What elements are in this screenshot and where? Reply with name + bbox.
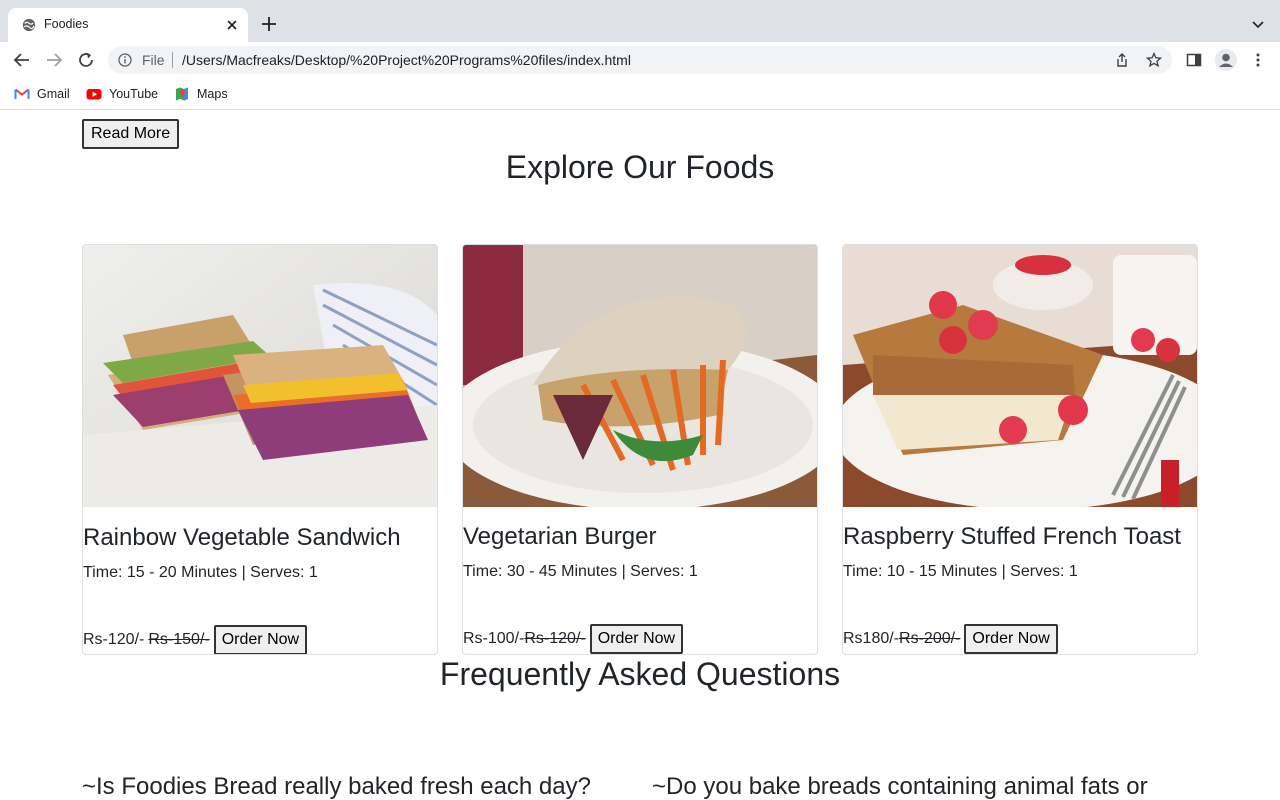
bookmark-label: Maps [197, 87, 228, 101]
tab-strip: Foodies [0, 0, 1280, 42]
bookmark-label: Gmail [37, 87, 70, 101]
page-viewport: Read More Explore Our Foods Rainbow Vege… [0, 111, 1280, 800]
chevron-down-icon[interactable] [1250, 17, 1266, 33]
food-title: Raspberry Stuffed French Toast [843, 523, 1181, 550]
globe-icon [22, 18, 36, 32]
burger-image [463, 245, 817, 507]
price-row: Rs-120/- Rs-150/- Order Now [83, 625, 308, 654]
bookmarks-bar: Gmail YouTube Maps [0, 78, 1280, 110]
faq-question[interactable]: ~Is Foodies Bread really baked fresh eac… [82, 773, 591, 800]
bookmark-label: YouTube [109, 87, 159, 101]
food-card: Rainbow Vegetable Sandwich Time: 15 - 20… [82, 244, 438, 655]
price-row: Rs180/- Rs-200/- Order Now [843, 624, 1058, 654]
gmail-icon [14, 88, 30, 99]
food-card: Raspberry Stuffed French Toast Time: 10 … [842, 244, 1198, 655]
food-meta: Time: 30 - 45 Minutes | Serves: 1 [463, 563, 698, 580]
food-meta: Time: 15 - 20 Minutes | Serves: 1 [83, 564, 318, 581]
scheme-label: File [142, 52, 165, 68]
close-tab-icon[interactable] [224, 17, 240, 33]
new-tab-icon[interactable] [260, 15, 278, 33]
info-icon[interactable] [118, 53, 132, 67]
food-card: Vegetarian Burger Time: 30 - 45 Minutes … [462, 244, 818, 655]
sandwich-image [83, 245, 437, 507]
side-panel-icon[interactable] [1186, 52, 1202, 68]
food-meta: Time: 10 - 15 Minutes | Serves: 1 [843, 563, 1078, 580]
scheme-divider [172, 52, 173, 68]
bookmark-youtube[interactable]: YouTube [86, 86, 158, 102]
order-now-button[interactable]: Order Now [964, 624, 1058, 654]
share-icon[interactable] [1114, 52, 1130, 68]
browser-tab[interactable]: Foodies [8, 8, 248, 42]
url-text[interactable]: /Users/Macfreaks/Desktop/%20Project%20Pr… [182, 52, 631, 68]
price-row: Rs-100/- Rs-120/- Order Now [463, 624, 684, 654]
bookmark-gmail[interactable]: Gmail [14, 86, 70, 102]
order-now-button[interactable]: Order Now [589, 624, 684, 654]
foods-heading: Explore Our Foods [505, 149, 775, 185]
profile-avatar-icon[interactable] [1214, 48, 1238, 72]
youtube-icon [86, 89, 102, 100]
maps-icon [176, 87, 188, 101]
food-title: Rainbow Vegetable Sandwich [83, 524, 401, 551]
read-more-button[interactable]: Read More [82, 119, 180, 149]
back-icon[interactable] [12, 50, 32, 70]
food-price: Rs-100/- [463, 630, 525, 647]
faq-heading: Frequently Asked Questions [439, 656, 841, 692]
food-title: Vegetarian Burger [463, 523, 657, 550]
food-old-price: Rs-120/- [524, 630, 586, 647]
order-now-button[interactable]: Order Now [213, 625, 308, 654]
faq-question[interactable]: ~Do you bake breads containing animal fa… [652, 773, 1148, 800]
forward-icon[interactable] [44, 50, 64, 70]
browser-toolbar: File /Users/Macfreaks/Desktop/%20Project… [0, 42, 1280, 78]
bookmark-maps[interactable]: Maps [174, 86, 228, 102]
more-menu-icon[interactable] [1250, 52, 1266, 68]
french-toast-image [843, 245, 1197, 507]
tab-title: Foodies [44, 17, 89, 31]
food-old-price: Rs-200/- [899, 630, 961, 647]
food-price: Rs-120/- [83, 631, 145, 648]
food-old-price: Rs-150/- [148, 631, 210, 648]
address-bar[interactable]: File /Users/Macfreaks/Desktop/%20Project… [108, 46, 1172, 74]
star-icon[interactable] [1146, 52, 1162, 68]
reload-icon[interactable] [76, 50, 96, 70]
food-price: Rs180/- [843, 630, 900, 647]
